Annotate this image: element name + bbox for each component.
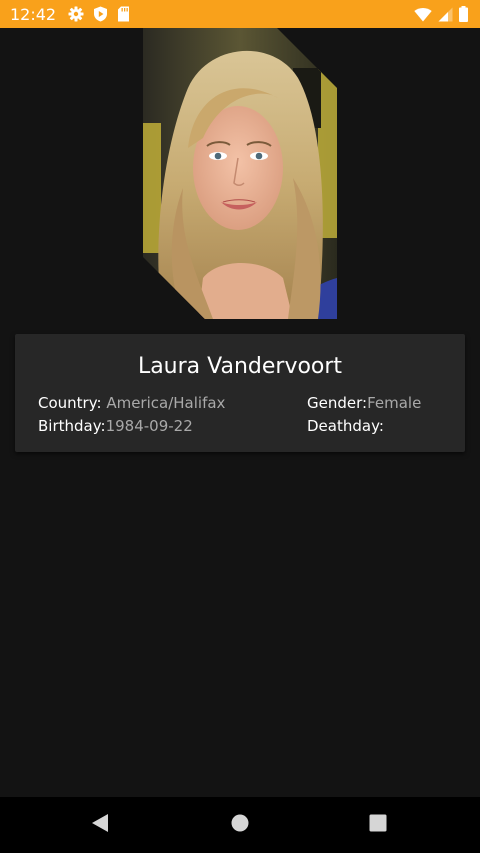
sd-card-icon [117,6,130,22]
country-field: Country: America/Halifax [38,394,225,412]
deathday-label: Deathday: [307,417,384,435]
gender-label: Gender: [307,394,368,412]
battery-icon [459,6,468,22]
home-icon [231,814,249,837]
gear-icon [68,6,84,22]
recents-icon [369,814,387,837]
birthday-field: Birthday:1984-09-22 [38,417,193,435]
gender-field: Gender:Female [307,394,421,412]
deathday-field: Deathday: [307,417,384,435]
actor-photo [143,28,337,319]
back-button[interactable] [88,813,112,837]
shield-play-icon [93,6,108,22]
navigation-bar [0,797,480,853]
wifi-icon [414,7,432,22]
status-bar: 12:42 [0,0,480,28]
back-icon [91,813,109,838]
status-system-icons [414,6,468,22]
birthday-value: 1984-09-22 [105,417,193,435]
birthday-label: Birthday: [38,417,106,435]
home-button[interactable] [228,813,252,837]
gender-value: Female [367,394,422,412]
actor-detail-screen: Laura Vandervoort Country: America/Halif… [0,28,480,797]
country-label: Country: [38,394,107,412]
recents-button[interactable] [366,813,390,837]
actor-name: Laura Vandervoort [137,354,343,379]
country-value: America/Halifax [106,394,226,412]
signal-icon [438,7,453,22]
actor-info-card: Laura Vandervoort Country: America/Halif… [15,334,465,452]
status-time: 12:42 [10,4,57,24]
status-notification-icons [68,6,130,22]
